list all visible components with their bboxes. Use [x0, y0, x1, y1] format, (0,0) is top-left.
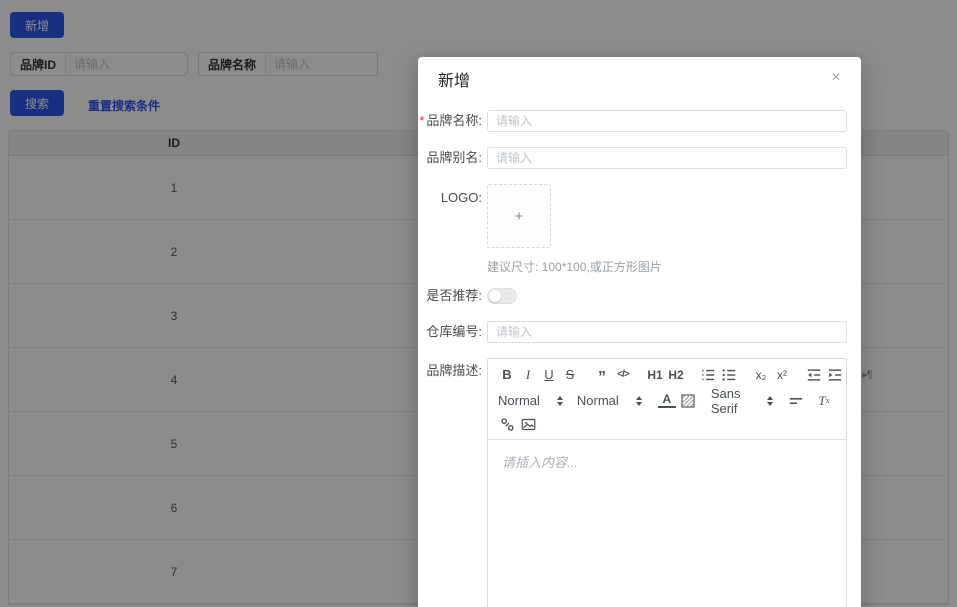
plus-icon: +	[514, 207, 524, 225]
editor-placeholder: 请插入内容...	[502, 455, 578, 470]
header-picker[interactable]: Normal	[498, 393, 565, 408]
background-color-icon[interactable]	[679, 391, 697, 411]
header-2-button[interactable]: H2	[667, 365, 685, 385]
bullet-list-icon[interactable]	[720, 365, 738, 385]
underline-button[interactable]: U	[540, 365, 558, 385]
toggle-knob	[489, 290, 501, 302]
font-picker[interactable]: Sans Serif	[711, 386, 775, 416]
logo-label: LOGO:	[440, 190, 482, 205]
logo-hint: 建议尺寸: 100*100,或正方形图片	[487, 260, 662, 274]
superscript-button[interactable]: x²	[773, 365, 791, 385]
size-picker[interactable]: Normal	[577, 393, 644, 408]
required-mark: *	[419, 113, 425, 128]
subscript-button[interactable]: x₂	[752, 365, 770, 385]
chevron-updown-icon	[767, 395, 773, 406]
chevron-updown-icon	[635, 395, 642, 406]
warehouse-input[interactable]	[487, 321, 847, 343]
recommend-toggle[interactable]	[487, 288, 517, 304]
text-color-button[interactable]: A	[657, 393, 676, 408]
header-1-button[interactable]: H1	[646, 365, 664, 385]
editor-content[interactable]: 请插入内容...	[488, 440, 846, 607]
warehouse-label: 仓库编号:	[426, 324, 482, 339]
recommend-label: 是否推荐:	[426, 288, 482, 303]
add-brand-modal: 新增 × *品牌名称: 品牌别名: LOGO: + 建议尺寸: 100*100,…	[418, 57, 873, 607]
brand-alias-input[interactable]	[487, 147, 847, 169]
brand-alias-label: 品牌别名:	[426, 150, 482, 165]
indent-icon[interactable]	[826, 365, 844, 385]
rich-text-editor: B I U S ” </> H1 H2 x₂ x² ▸¶ Normal Norm…	[487, 358, 873, 607]
ordered-list-icon[interactable]	[699, 365, 717, 385]
chevron-updown-icon	[556, 395, 563, 406]
clean-format-button[interactable]: Tx	[815, 391, 833, 411]
text-direction-button[interactable]: ▸¶	[858, 365, 876, 385]
brand-name-label: * 品牌名称:	[419, 113, 482, 128]
align-picker-icon[interactable]	[787, 391, 805, 411]
link-icon[interactable]	[498, 415, 516, 435]
strikethrough-button[interactable]: S	[561, 365, 579, 385]
code-block-button[interactable]: </>	[614, 365, 632, 385]
close-icon[interactable]: ×	[826, 68, 846, 88]
image-icon[interactable]	[519, 415, 537, 435]
modal-title: 新增	[438, 73, 471, 90]
description-label: 品牌描述:	[426, 363, 482, 378]
logo-upload-box[interactable]: +	[487, 184, 551, 248]
brand-name-input[interactable]	[487, 110, 847, 132]
blockquote-button[interactable]: ”	[593, 365, 611, 386]
editor-toolbar: B I U S ” </> H1 H2 x₂ x² ▸¶ Normal Norm…	[488, 359, 873, 440]
italic-button[interactable]: I	[519, 365, 537, 385]
bold-button[interactable]: B	[498, 365, 516, 385]
outdent-icon[interactable]	[805, 365, 823, 385]
